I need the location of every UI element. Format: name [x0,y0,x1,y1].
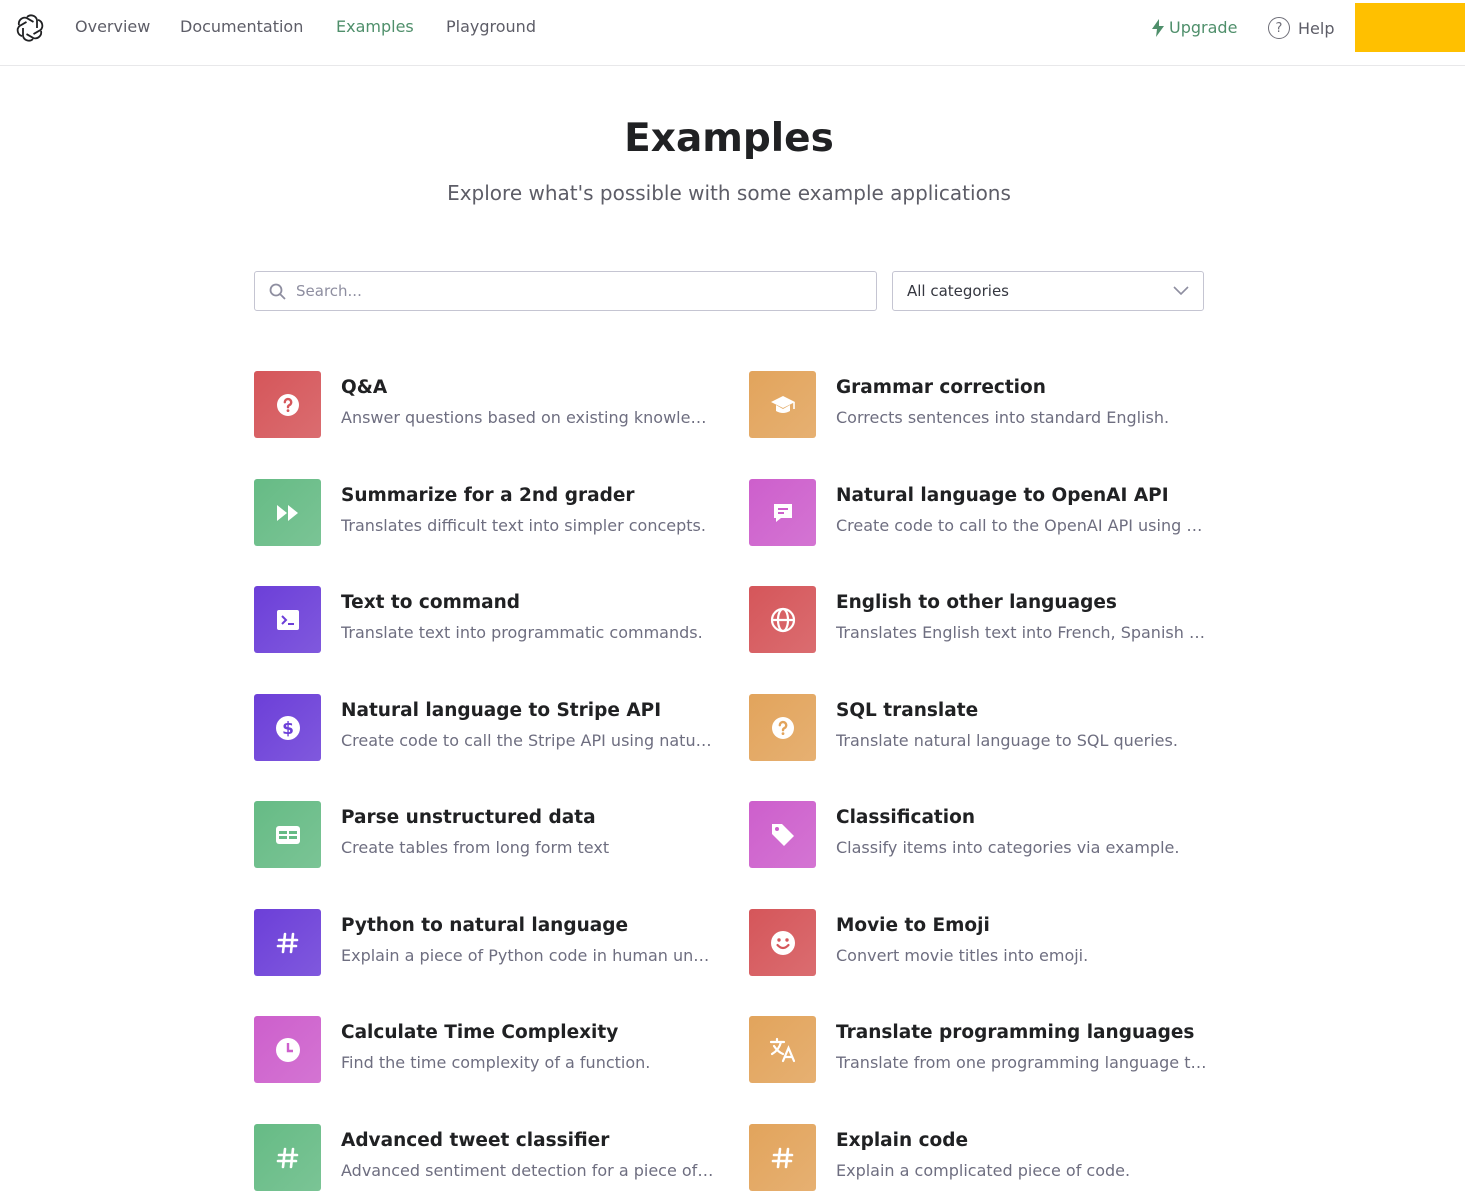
question-icon [749,694,816,761]
example-card[interactable]: Movie to Emoji Convert movie titles into … [749,909,1219,977]
graduation-cap-icon [749,371,816,438]
page-subtitle: Explore what's possible with some exampl… [447,181,1011,205]
svg-text:$: $ [282,719,294,739]
search-input[interactable] [296,282,856,300]
hash-icon [254,909,321,976]
tag-icon [749,801,816,868]
hash-icon [749,1124,816,1191]
example-card[interactable]: Advanced tweet classifier Advanced sentim… [254,1124,724,1192]
example-description: Classify items into categories via examp… [836,838,1180,857]
example-title: Advanced tweet classifier [341,1130,610,1151]
terminal-icon [254,586,321,653]
example-description: Explain a complicated piece of code. [836,1161,1131,1180]
nav-playground[interactable]: Playground [446,17,536,36]
example-description: Corrects sentences into standard English… [836,408,1170,427]
example-title: Q&A [341,377,388,398]
example-card[interactable]: Classification Classify items into catego… [749,801,1219,869]
example-description: Answer questions based on existing knowl… [341,408,716,427]
nav-overview[interactable]: Overview [75,17,150,36]
example-card[interactable]: Python to natural language Explain a piec… [254,909,724,977]
openai-logo-icon[interactable] [14,12,46,44]
dollar-icon: $ [254,694,321,761]
example-description: Create code to call to the OpenAI API us… [836,516,1211,535]
example-card[interactable]: Calculate Time Complexity Find the time c… [254,1016,724,1084]
example-title: Movie to Emoji [836,915,990,936]
search-icon [269,283,286,300]
example-title: Grammar correction [836,377,1046,398]
hash-icon [254,1124,321,1191]
example-description: Find the time complexity of a function. [341,1053,651,1072]
help-label: Help [1298,18,1335,38]
upgrade-link[interactable]: Upgrade [1151,18,1237,37]
category-select[interactable]: All categories [892,271,1204,311]
example-title: Text to command [341,592,521,613]
example-description: Translates English text into French, Spa… [836,623,1211,642]
example-description: Create tables from long form text [341,838,610,857]
translate-icon [749,1016,816,1083]
example-description: Translate text into programmatic command… [341,623,703,642]
example-card[interactable]: Q&A Answer questions based on existing kn… [254,371,724,439]
example-title: English to other languages [836,592,1117,613]
example-title: SQL translate [836,700,979,721]
upgrade-label: Upgrade [1169,18,1238,37]
example-description: Translate from one programming language … [836,1053,1211,1072]
example-card[interactable]: Translate programming languages Translate… [749,1016,1219,1084]
example-description: Create code to call the Stripe API using… [341,731,716,750]
example-title: Natural language to Stripe API [341,700,662,721]
example-description: Convert movie titles into emoji. [836,946,1089,965]
nav-documentation[interactable]: Documentation [180,17,303,36]
example-card[interactable]: Parse unstructured data Create tables fro… [254,801,724,869]
lightning-icon [1152,18,1164,37]
help-icon: ? [1268,17,1290,39]
help-link[interactable]: ? Help [1268,17,1334,39]
question-icon [254,371,321,438]
example-description: Explain a piece of Python code in human … [341,946,716,965]
example-card[interactable]: Grammar correction Corrects sentences int… [749,371,1219,439]
example-card[interactable]: $ Natural language to Stripe API Create co… [254,694,724,762]
example-card[interactable]: Summarize for a 2nd grader Translates dif… [254,479,724,547]
example-description: Translate natural language to SQL querie… [836,731,1178,750]
example-description: Translates difficult text into simpler c… [341,516,706,535]
example-card[interactable]: English to other languages Translates Eng… [749,586,1219,654]
globe-icon [749,586,816,653]
example-title: Calculate Time Complexity [341,1022,619,1043]
example-title: Explain code [836,1130,969,1151]
example-card[interactable]: SQL translate Translate natural language … [749,694,1219,762]
page-title: Examples [624,116,834,161]
example-title: Parse unstructured data [341,807,596,828]
category-select-value: All categories [907,282,1009,300]
example-card[interactable]: Text to command Translate text into progr… [254,586,724,654]
table-icon [254,801,321,868]
account-menu-button[interactable] [1355,3,1465,52]
example-title: Python to natural language [341,915,629,936]
chevron-down-icon [1173,286,1189,296]
clock-icon [254,1016,321,1083]
example-title: Translate programming languages [836,1022,1195,1043]
example-card[interactable]: Explain code Explain a complicated piece … [749,1124,1219,1192]
smile-icon [749,909,816,976]
fast-forward-icon [254,479,321,546]
example-title: Classification [836,807,975,828]
example-title: Natural language to OpenAI API [836,485,1169,506]
top-nav: Overview Documentation Examples Playgrou… [0,0,1465,66]
example-title: Summarize for a 2nd grader [341,485,635,506]
search-box[interactable] [254,271,877,311]
example-description: Advanced sentiment detection for a piece… [341,1161,716,1180]
example-card[interactable]: Natural language to OpenAI API Create cod… [749,479,1219,547]
nav-examples[interactable]: Examples [336,17,414,36]
message-icon [749,479,816,546]
